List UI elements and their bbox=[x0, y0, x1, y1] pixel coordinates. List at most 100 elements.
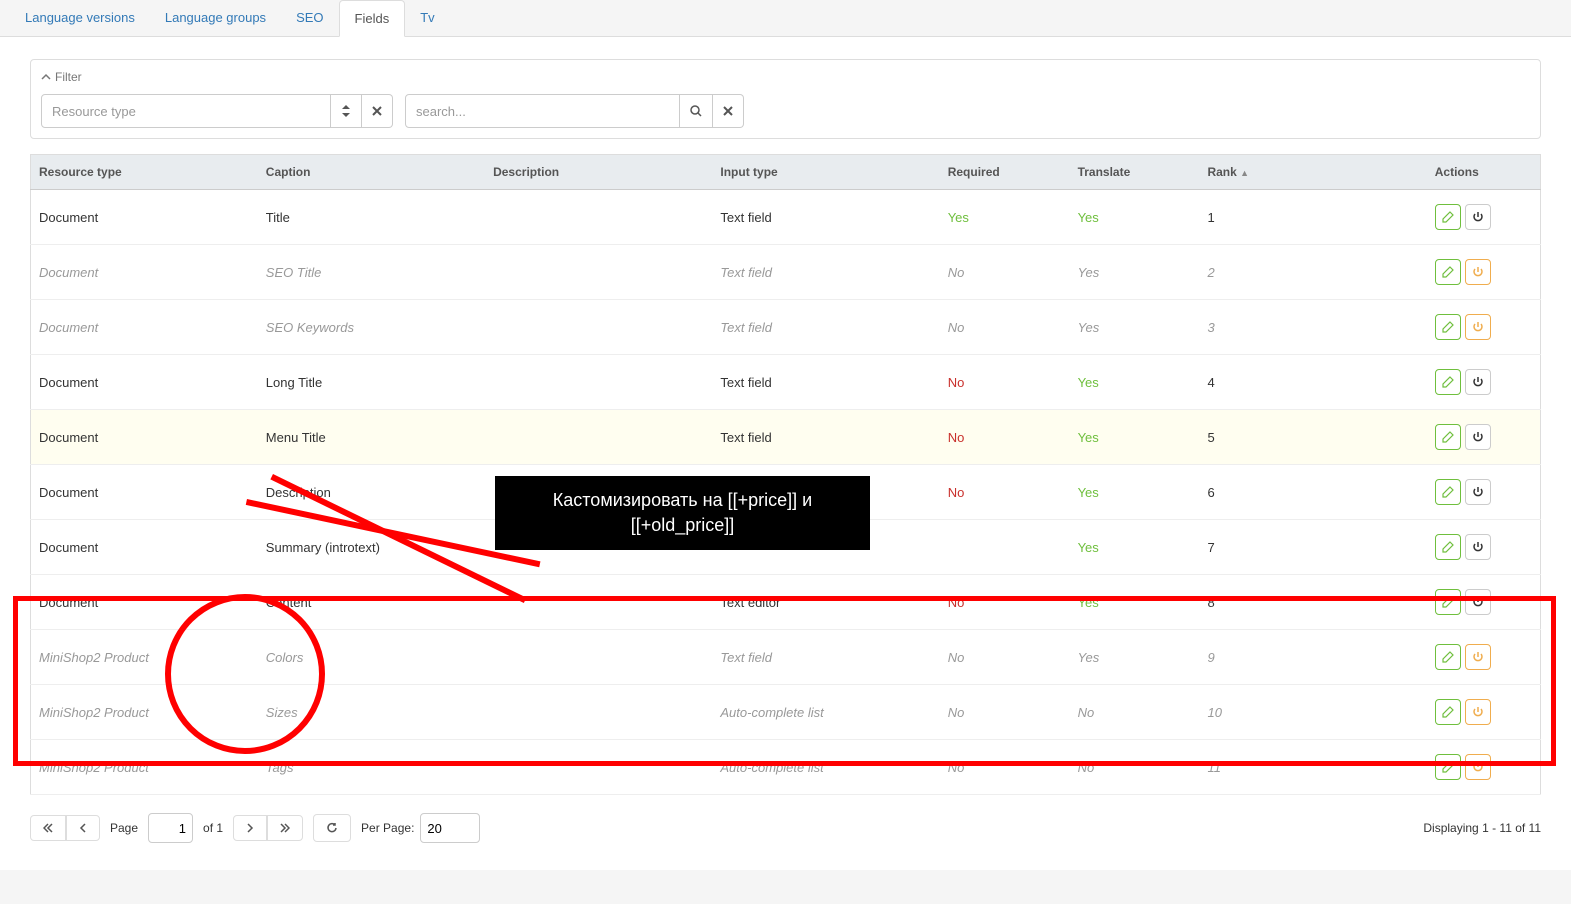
prev-page-button[interactable] bbox=[66, 815, 100, 841]
next-page-button[interactable] bbox=[233, 815, 267, 841]
cell-description bbox=[485, 245, 712, 300]
clear-search-button[interactable] bbox=[713, 94, 744, 128]
last-page-button[interactable] bbox=[267, 815, 303, 841]
search-button[interactable] bbox=[680, 94, 713, 128]
header-description[interactable]: Description bbox=[485, 155, 712, 190]
resource-type-group bbox=[41, 94, 393, 128]
table-row[interactable]: DocumentDescriptionText areaNoYes6 bbox=[31, 465, 1541, 520]
cell-required: No bbox=[940, 410, 1070, 465]
cell-required: No bbox=[940, 300, 1070, 355]
refresh-button[interactable] bbox=[313, 814, 351, 842]
header-actions: Actions bbox=[1427, 155, 1541, 190]
cell-translate: Yes bbox=[1070, 465, 1200, 520]
header-rank[interactable]: Rank ▲ bbox=[1199, 155, 1426, 190]
cell-actions bbox=[1427, 465, 1541, 520]
table-row[interactable]: DocumentSEO TitleText fieldNoYes2 bbox=[31, 245, 1541, 300]
power-button[interactable] bbox=[1465, 369, 1491, 395]
cell-translate: Yes bbox=[1070, 410, 1200, 465]
cell-resource-type: Document bbox=[31, 355, 258, 410]
filter-header[interactable]: Filter bbox=[41, 70, 1530, 84]
chevron-left-icon bbox=[79, 823, 87, 833]
header-required[interactable]: Required bbox=[940, 155, 1070, 190]
cell-required: No bbox=[940, 465, 1070, 520]
per-page-input[interactable] bbox=[420, 813, 480, 843]
cell-description bbox=[485, 410, 712, 465]
cell-input-type bbox=[712, 520, 939, 575]
cell-rank: 6 bbox=[1199, 465, 1426, 520]
sort-button[interactable] bbox=[331, 94, 362, 128]
of-label: of 1 bbox=[203, 821, 223, 835]
table-row[interactable]: DocumentLong TitleText fieldNoYes4 bbox=[31, 355, 1541, 410]
header-caption[interactable]: Caption bbox=[258, 155, 485, 190]
cell-actions bbox=[1427, 245, 1541, 300]
chevron-right-icon bbox=[246, 823, 254, 833]
table-row[interactable]: DocumentSummary (introtext)Yes7 bbox=[31, 520, 1541, 575]
resource-type-select[interactable] bbox=[41, 94, 331, 128]
cell-description bbox=[485, 465, 712, 520]
table-row[interactable]: DocumentTitleText fieldYesYes1 bbox=[31, 190, 1541, 245]
cell-resource-type: Document bbox=[31, 245, 258, 300]
cell-description bbox=[485, 300, 712, 355]
cell-description bbox=[485, 355, 712, 410]
tab-tv[interactable]: Tv bbox=[405, 0, 449, 36]
tab-seo[interactable]: SEO bbox=[281, 0, 338, 36]
clear-resource-type-button[interactable] bbox=[362, 94, 393, 128]
edit-button[interactable] bbox=[1435, 534, 1461, 560]
cell-description bbox=[485, 520, 712, 575]
header-translate[interactable]: Translate bbox=[1070, 155, 1200, 190]
cell-caption: Long Title bbox=[258, 355, 485, 410]
cell-resource-type: Document bbox=[31, 465, 258, 520]
cell-required bbox=[940, 520, 1070, 575]
cell-translate: Yes bbox=[1070, 245, 1200, 300]
power-button[interactable] bbox=[1465, 314, 1491, 340]
cell-resource-type: Document bbox=[31, 410, 258, 465]
cell-translate: Yes bbox=[1070, 300, 1200, 355]
power-button[interactable] bbox=[1465, 259, 1491, 285]
page-label: Page bbox=[110, 821, 138, 835]
refresh-icon bbox=[326, 822, 338, 834]
filter-label: Filter bbox=[55, 70, 82, 84]
cell-input-type: Text field bbox=[712, 245, 939, 300]
table-row[interactable]: DocumentMenu TitleText fieldNoYes5 bbox=[31, 410, 1541, 465]
power-button[interactable] bbox=[1465, 424, 1491, 450]
edit-button[interactable] bbox=[1435, 259, 1461, 285]
cell-rank: 1 bbox=[1199, 190, 1426, 245]
close-icon bbox=[372, 106, 382, 116]
power-button[interactable] bbox=[1465, 204, 1491, 230]
tab-fields[interactable]: Fields bbox=[339, 0, 406, 37]
tab-language-versions[interactable]: Language versions bbox=[10, 0, 150, 36]
main-panel: Filter bbox=[0, 37, 1571, 870]
power-button[interactable] bbox=[1465, 534, 1491, 560]
power-icon bbox=[1472, 266, 1484, 278]
cell-resource-type: Document bbox=[31, 300, 258, 355]
edit-icon bbox=[1442, 486, 1454, 498]
edit-button[interactable] bbox=[1435, 479, 1461, 505]
power-button[interactable] bbox=[1465, 479, 1491, 505]
table-wrap: Resource type Caption Description Input … bbox=[15, 154, 1556, 805]
chevron-up-icon bbox=[41, 72, 51, 82]
header-input-type[interactable]: Input type bbox=[712, 155, 939, 190]
page-input[interactable] bbox=[148, 813, 193, 843]
cell-caption: SEO Title bbox=[258, 245, 485, 300]
edit-button[interactable] bbox=[1435, 314, 1461, 340]
power-icon bbox=[1472, 541, 1484, 553]
cell-rank: 2 bbox=[1199, 245, 1426, 300]
cell-caption: Title bbox=[258, 190, 485, 245]
cell-input-type: Text field bbox=[712, 190, 939, 245]
table-row[interactable]: DocumentSEO KeywordsText fieldNoYes3 bbox=[31, 300, 1541, 355]
cell-input-type: Text area bbox=[712, 465, 939, 520]
first-page-button[interactable] bbox=[30, 815, 66, 841]
double-chevron-left-icon bbox=[43, 823, 53, 833]
tab-language-groups[interactable]: Language groups bbox=[150, 0, 281, 36]
cell-rank: 3 bbox=[1199, 300, 1426, 355]
cell-rank: 7 bbox=[1199, 520, 1426, 575]
edit-button[interactable] bbox=[1435, 204, 1461, 230]
cell-actions bbox=[1427, 300, 1541, 355]
edit-button[interactable] bbox=[1435, 369, 1461, 395]
header-resource-type[interactable]: Resource type bbox=[31, 155, 258, 190]
cell-input-type: Text field bbox=[712, 355, 939, 410]
cell-translate: Yes bbox=[1070, 355, 1200, 410]
cell-input-type: Text field bbox=[712, 300, 939, 355]
edit-button[interactable] bbox=[1435, 424, 1461, 450]
search-input[interactable] bbox=[405, 94, 680, 128]
